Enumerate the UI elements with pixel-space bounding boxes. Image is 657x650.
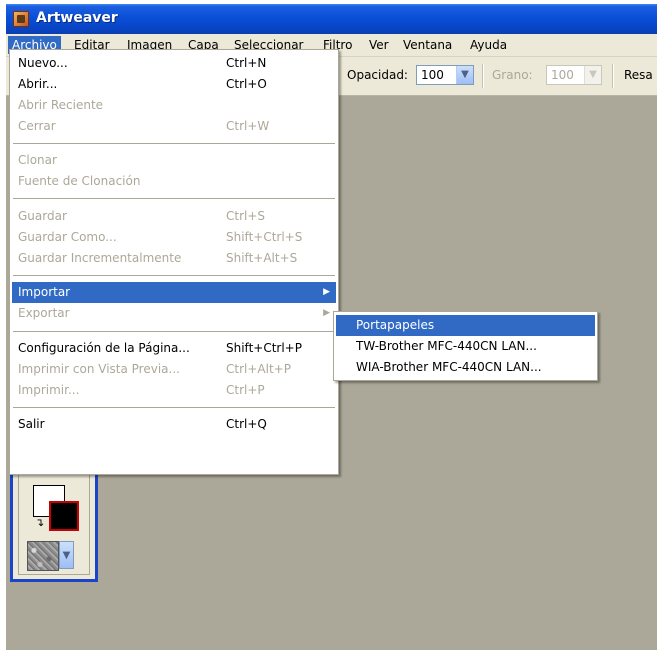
menu-item-cerrar[interactable]: Cerrar Ctrl+W	[12, 116, 336, 137]
menu-separator	[13, 331, 335, 332]
chevron-down-icon[interactable]: ▼	[59, 541, 74, 569]
menu-item-shortcut: Shift+Ctrl+P	[226, 341, 302, 355]
submenu-item-label: TW-Brother MFC-440CN LAN...	[356, 339, 537, 353]
submenu-item-label: WIA-Brother MFC-440CN LAN...	[356, 360, 542, 374]
menu-ayuda-label: Ayuda	[470, 38, 508, 52]
menu-ayuda[interactable]: Ayuda	[466, 36, 511, 54]
menu-item-guardar-incrementalmente[interactable]: Guardar Incrementalmente Shift+Alt+S	[12, 248, 336, 269]
menu-item-shortcut: Shift+Ctrl+S	[226, 230, 303, 244]
menu-item-label: Guardar Incrementalmente	[18, 251, 182, 265]
menu-item-label: Clonar	[18, 153, 57, 167]
chevron-down-icon[interactable]: ▼	[456, 66, 473, 84]
submenu-item-portapapeles[interactable]: Portapapeles	[336, 315, 595, 336]
menu-item-shortcut: Ctrl+O	[226, 77, 267, 91]
menu-item-abrir-reciente[interactable]: Abrir Reciente	[12, 95, 336, 116]
menu-item-nuevo[interactable]: Nuevo... Ctrl+N	[12, 53, 336, 74]
opacity-label: Opacidad:	[347, 68, 408, 82]
chevron-down-icon[interactable]: ▼	[584, 66, 601, 84]
paper-texture-swatch[interactable]	[27, 541, 59, 571]
submenu-arrow-icon: ▶	[323, 287, 330, 297]
menu-item-label: Salir	[18, 417, 45, 431]
submenu-item-wia-brother[interactable]: WIA-Brother MFC-440CN LAN...	[336, 357, 595, 378]
menu-item-exportar[interactable]: Exportar ▶	[12, 303, 336, 324]
color-panel: ↴ ▼	[18, 467, 90, 575]
menu-item-abrir[interactable]: Abrir... Ctrl+O	[12, 74, 336, 95]
menu-item-label: Configuración de la Página...	[18, 341, 190, 355]
menu-item-shortcut: Ctrl+W	[226, 119, 270, 133]
window-title: Artweaver	[36, 10, 118, 26]
resa-label: Resa	[624, 68, 653, 82]
menu-item-guardar-como[interactable]: Guardar Como... Shift+Ctrl+S	[12, 227, 336, 248]
menu-item-label: Abrir Reciente	[18, 98, 104, 112]
menu-item-shortcut: Shift+Alt+S	[226, 251, 298, 265]
menu-item-label: Guardar Como...	[18, 230, 117, 244]
grain-combo[interactable]: 100 ▼	[546, 65, 602, 85]
tool-panel: ↴ ▼	[10, 464, 98, 582]
menu-ventana-label: Ventana	[403, 38, 453, 52]
menu-item-label: Exportar	[18, 306, 70, 320]
menu-ver[interactable]: Ver	[365, 36, 393, 54]
toolbar-separator	[482, 64, 484, 88]
menu-item-clonar[interactable]: Clonar	[12, 150, 336, 171]
swap-colors-icon[interactable]: ↴	[35, 517, 44, 528]
menu-item-label: Fuente de Clonación	[18, 174, 141, 188]
menu-item-label: Imprimir...	[18, 383, 80, 397]
submenu-item-tw-brother[interactable]: TW-Brother MFC-440CN LAN...	[336, 336, 595, 357]
menu-item-label: Abrir...	[18, 77, 58, 91]
menu-ventana[interactable]: Ventana	[399, 36, 456, 54]
menu-item-imprimir-vista-previa[interactable]: Imprimir con Vista Previa... Ctrl+Alt+P	[12, 359, 336, 380]
menu-item-label: Importar	[18, 285, 71, 299]
menu-ver-label: Ver	[369, 38, 389, 52]
menu-item-configuracion-pagina[interactable]: Configuración de la Página... Shift+Ctrl+…	[12, 338, 336, 359]
menu-item-label: Nuevo...	[18, 56, 68, 70]
opacity-combo[interactable]: 100 ▼	[416, 65, 474, 85]
menu-item-label: Cerrar	[18, 119, 56, 133]
importar-submenu: Portapapeles TW-Brother MFC-440CN LAN...…	[333, 311, 598, 381]
menu-item-label: Guardar	[18, 209, 67, 223]
toolbar-separator	[612, 64, 614, 88]
menu-item-guardar[interactable]: Guardar Ctrl+S	[12, 206, 336, 227]
menu-separator	[13, 143, 335, 144]
grain-label: Grano:	[492, 68, 533, 82]
menu-item-fuente-clonacion[interactable]: Fuente de Clonación	[12, 171, 336, 192]
menu-item-shortcut: Ctrl+Alt+P	[226, 362, 291, 376]
menu-item-importar[interactable]: Importar ▶	[12, 282, 336, 303]
menu-item-shortcut: Ctrl+S	[226, 209, 266, 223]
title-bar[interactable]: Artweaver	[6, 4, 657, 34]
menu-item-label: Imprimir con Vista Previa...	[18, 362, 180, 376]
menu-item-shortcut: Ctrl+P	[226, 383, 265, 397]
menu-separator	[13, 198, 335, 199]
menu-item-shortcut: Ctrl+Q	[226, 417, 267, 431]
menu-item-shortcut: Ctrl+N	[226, 56, 267, 70]
menu-separator	[13, 275, 335, 276]
grain-value: 100	[551, 68, 574, 82]
app-window: Artweaver Archivo Editar Imagen Capa Sel…	[6, 4, 657, 650]
menu-separator	[13, 407, 335, 408]
submenu-arrow-icon: ▶	[323, 308, 330, 318]
archivo-menu: Nuevo... Ctrl+N Abrir... Ctrl+O Abrir Reci…	[9, 49, 339, 475]
artweaver-app-icon[interactable]	[13, 11, 29, 27]
foreground-color-swatch[interactable]	[49, 501, 79, 531]
opacity-value: 100	[421, 68, 444, 82]
submenu-item-label: Portapapeles	[356, 318, 435, 332]
menu-item-salir[interactable]: Salir Ctrl+Q	[12, 414, 336, 435]
menu-item-imprimir[interactable]: Imprimir... Ctrl+P	[12, 380, 336, 401]
